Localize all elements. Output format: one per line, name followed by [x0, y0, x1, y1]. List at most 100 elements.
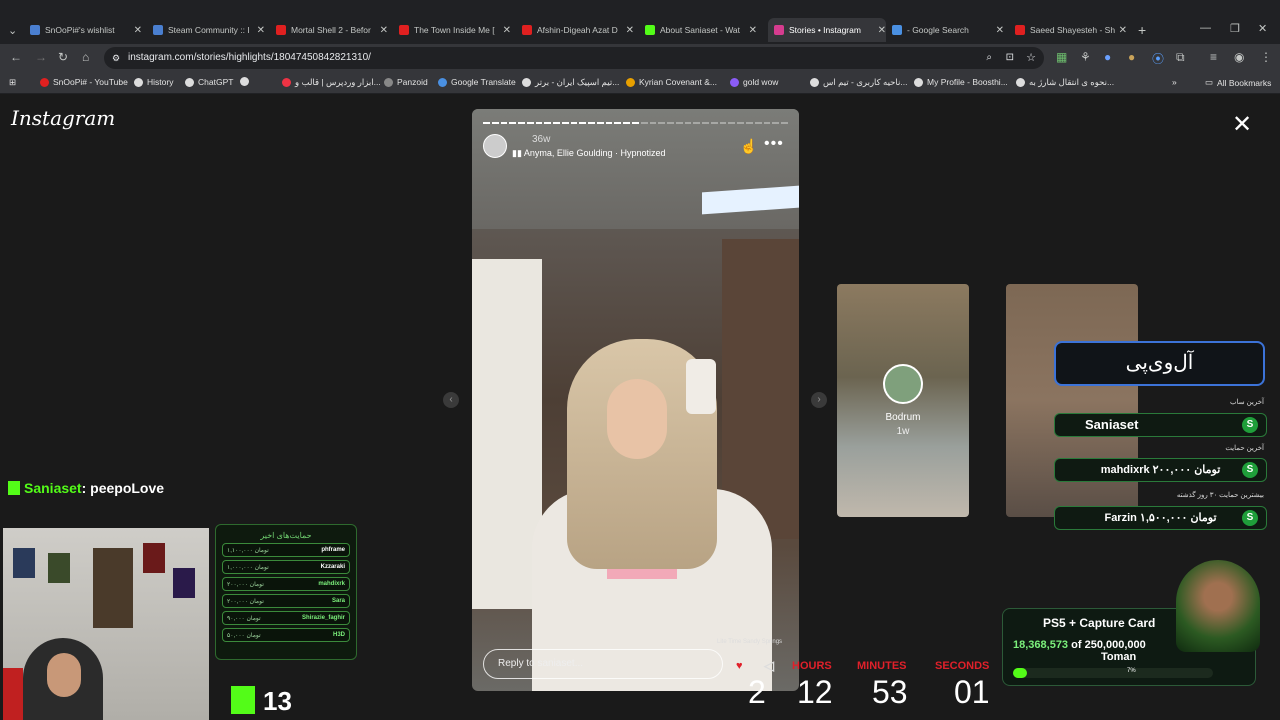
story-progress-segment [754, 122, 762, 124]
tab-close-icon[interactable]: ✕ [878, 25, 886, 36]
goal-amount: 18,368,573 of 250,000,000 Toman [1013, 639, 1146, 663]
back-icon[interactable]: ← [10, 50, 22, 64]
new-tab-button[interactable]: + [1138, 22, 1146, 38]
minimize-icon[interactable]: — [1200, 22, 1211, 34]
bookmark-item[interactable]: Panzoid [384, 77, 428, 87]
donor-name: H3D [332, 632, 345, 638]
site-info-icon[interactable]: ⚙ [112, 47, 120, 69]
mouse-cursor-icon: ☝ [740, 138, 758, 154]
extension-icon-3[interactable]: ⦿ [1152, 50, 1164, 67]
story-progress-segment [544, 122, 552, 124]
next-story-thumb[interactable]: Bali 2 24w [1006, 284, 1138, 517]
story-music[interactable]: ▮▮ Anyma, Ellie Goulding · Hypnotized [512, 148, 666, 159]
tab-title: Mortal Shell 2 - Befor [291, 25, 371, 35]
bookmark-item[interactable] [240, 77, 253, 86]
goal-percent: 7% [1127, 668, 1136, 674]
story-progress-segment [483, 122, 490, 124]
next-story-thumb[interactable]: Bodrum 1w [837, 284, 969, 517]
share-icon[interactable]: ◁ [764, 658, 774, 674]
bookmark-favicon-icon [282, 78, 291, 87]
extension-sheets-icon[interactable]: ▦ [1056, 50, 1067, 64]
browser-tab[interactable]: The Town Inside Me [✕ [399, 18, 511, 42]
story-progress-segment [509, 122, 517, 124]
bookmark-favicon-icon [810, 78, 819, 87]
bookmark-item[interactable]: History [134, 77, 173, 87]
bookmark-star-icon[interactable]: ☆ [1026, 47, 1036, 69]
zoom-icon[interactable]: ⌕ [986, 47, 992, 69]
tab-strip: ⌄ SnOoPi#'s wishlist ✕ Steam Community :: … [0, 0, 1280, 44]
browser-tab[interactable]: SnOoPi#'s wishlist ✕ [30, 18, 142, 42]
tab-close-icon[interactable]: ✕ [134, 25, 142, 36]
goal-progress-bar [1013, 668, 1213, 678]
bookmark-label: Kyrian Covenant &... [639, 77, 717, 87]
all-bookmarks[interactable]: ▭ All Bookmarks [1205, 77, 1271, 88]
bookmark-label: SnOoPi# - YouTube [53, 77, 128, 87]
tab-close-icon[interactable]: ✕ [996, 25, 1004, 36]
tab-title: Afshin-Digeah Azat D [537, 25, 618, 35]
apps-grid-icon[interactable]: ⊞ [9, 77, 16, 88]
prev-story-icon[interactable]: ‹ [443, 392, 459, 408]
story-progress-segment [614, 122, 622, 124]
bookmark-item[interactable]: SnOoPi# - YouTube [40, 77, 128, 87]
bookmark-item[interactable]: ChatGPT [185, 77, 233, 87]
tab-search-icon[interactable]: ⌄ [8, 24, 17, 37]
browser-tab[interactable]: Steam Community :: I ✕ [153, 18, 265, 42]
menu-kebab-icon[interactable]: ⋮ [1260, 50, 1272, 64]
story-image-person-face [607, 379, 667, 459]
tab-favicon-icon [153, 25, 163, 35]
bookmark-item[interactable]: gold wow [730, 77, 778, 87]
bookmark-label: تیم اسپیک ایران - برتر... [535, 77, 620, 87]
tab-title: About Saniaset - Wat [660, 25, 741, 35]
story-viewer[interactable]: 36w ▮▮ Anyma, Ellie Goulding · Hypnotize… [472, 109, 799, 691]
instagram-logo[interactable]: Instagram [11, 106, 115, 130]
forward-icon[interactable]: → [35, 50, 47, 64]
donation-row: ۱,۰۰۰,۰۰۰ تومان Kzzaraki [222, 560, 350, 574]
bookmark-label: ناحیه کاربری - تیم اس... [823, 77, 908, 87]
tab-close-icon[interactable]: ✕ [749, 25, 757, 36]
extension-cookie-icon[interactable]: ● [1128, 50, 1135, 64]
address-bar[interactable]: ⚙ instagram.com/stories/highlights/18047… [104, 47, 1044, 69]
extension-icon-2[interactable]: ● [1104, 50, 1111, 64]
install-icon[interactable]: ⊡ [1006, 47, 1014, 69]
wall-poster [13, 548, 35, 578]
close-window-icon[interactable]: ✕ [1258, 22, 1267, 35]
story-more-icon[interactable]: ••• [764, 135, 784, 153]
browser-tab[interactable]: About Saniaset - Wat ✕ [645, 18, 757, 42]
bookmark-item[interactable]: ابزار وردپرس | قالب و... [282, 77, 381, 88]
extensions-puzzle-icon[interactable]: ⧉ [1176, 50, 1185, 65]
restore-icon[interactable]: ❐ [1230, 22, 1240, 35]
close-story-icon[interactable]: ✕ [1232, 110, 1252, 139]
tab-close-icon[interactable]: ✕ [503, 25, 511, 36]
gaming-chair [3, 668, 23, 720]
home-icon[interactable]: ⌂ [82, 50, 89, 64]
browser-tab[interactable]: Saeed Shayesteh - Sh ✕ [1015, 18, 1127, 42]
bookmark-favicon-icon [438, 77, 447, 87]
tab-close-icon[interactable]: ✕ [626, 25, 634, 36]
browser-tab[interactable]: Mortal Shell 2 - Befor ✕ [276, 18, 388, 42]
coin-icon: S [1242, 462, 1258, 478]
story-reply-input[interactable]: Reply to saniaset... [483, 649, 723, 679]
tab-close-icon[interactable]: ✕ [1119, 25, 1127, 36]
reload-icon[interactable]: ↻ [58, 50, 68, 64]
countdown-seconds-label: SECONDS [935, 660, 990, 672]
bookmark-item[interactable]: Google Translate [438, 77, 516, 87]
story-progress-segment [702, 122, 709, 124]
story-author-avatar[interactable] [483, 134, 507, 158]
bookmark-item[interactable]: نحوه ی انتقال شارژ به... [1016, 77, 1114, 88]
browser-tab[interactable]: Afshin-Digeah Azat D ✕ [522, 18, 634, 42]
browser-tab[interactable]: - Google Search ✕ [892, 18, 1004, 42]
next-story-icon[interactable]: › [811, 392, 827, 408]
bookmark-item[interactable]: تیم اسپیک ایران - برتر... [522, 77, 619, 88]
profile-avatar-icon[interactable]: ◉ [1234, 50, 1244, 64]
tab-close-icon[interactable]: ✕ [380, 25, 388, 36]
bookmark-item[interactable]: My Profile - Boosthi... [914, 77, 1008, 87]
browser-tab[interactable]: Stories • Instagram ✕ [768, 18, 886, 42]
bookmark-item[interactable]: Kyrian Covenant &... [626, 77, 717, 87]
extension-icon[interactable]: ⚘ [1080, 50, 1091, 64]
bookmark-item[interactable]: ناحیه کاربری - تیم اس... [810, 77, 907, 88]
more-bookmarks-icon[interactable]: » [1172, 77, 1177, 87]
tab-close-icon[interactable]: ✕ [257, 25, 265, 36]
tab-search-icon[interactable]: ≡ [1210, 50, 1217, 64]
goal-progress-fill [1013, 668, 1027, 678]
goal-unit: Toman [1101, 651, 1137, 663]
